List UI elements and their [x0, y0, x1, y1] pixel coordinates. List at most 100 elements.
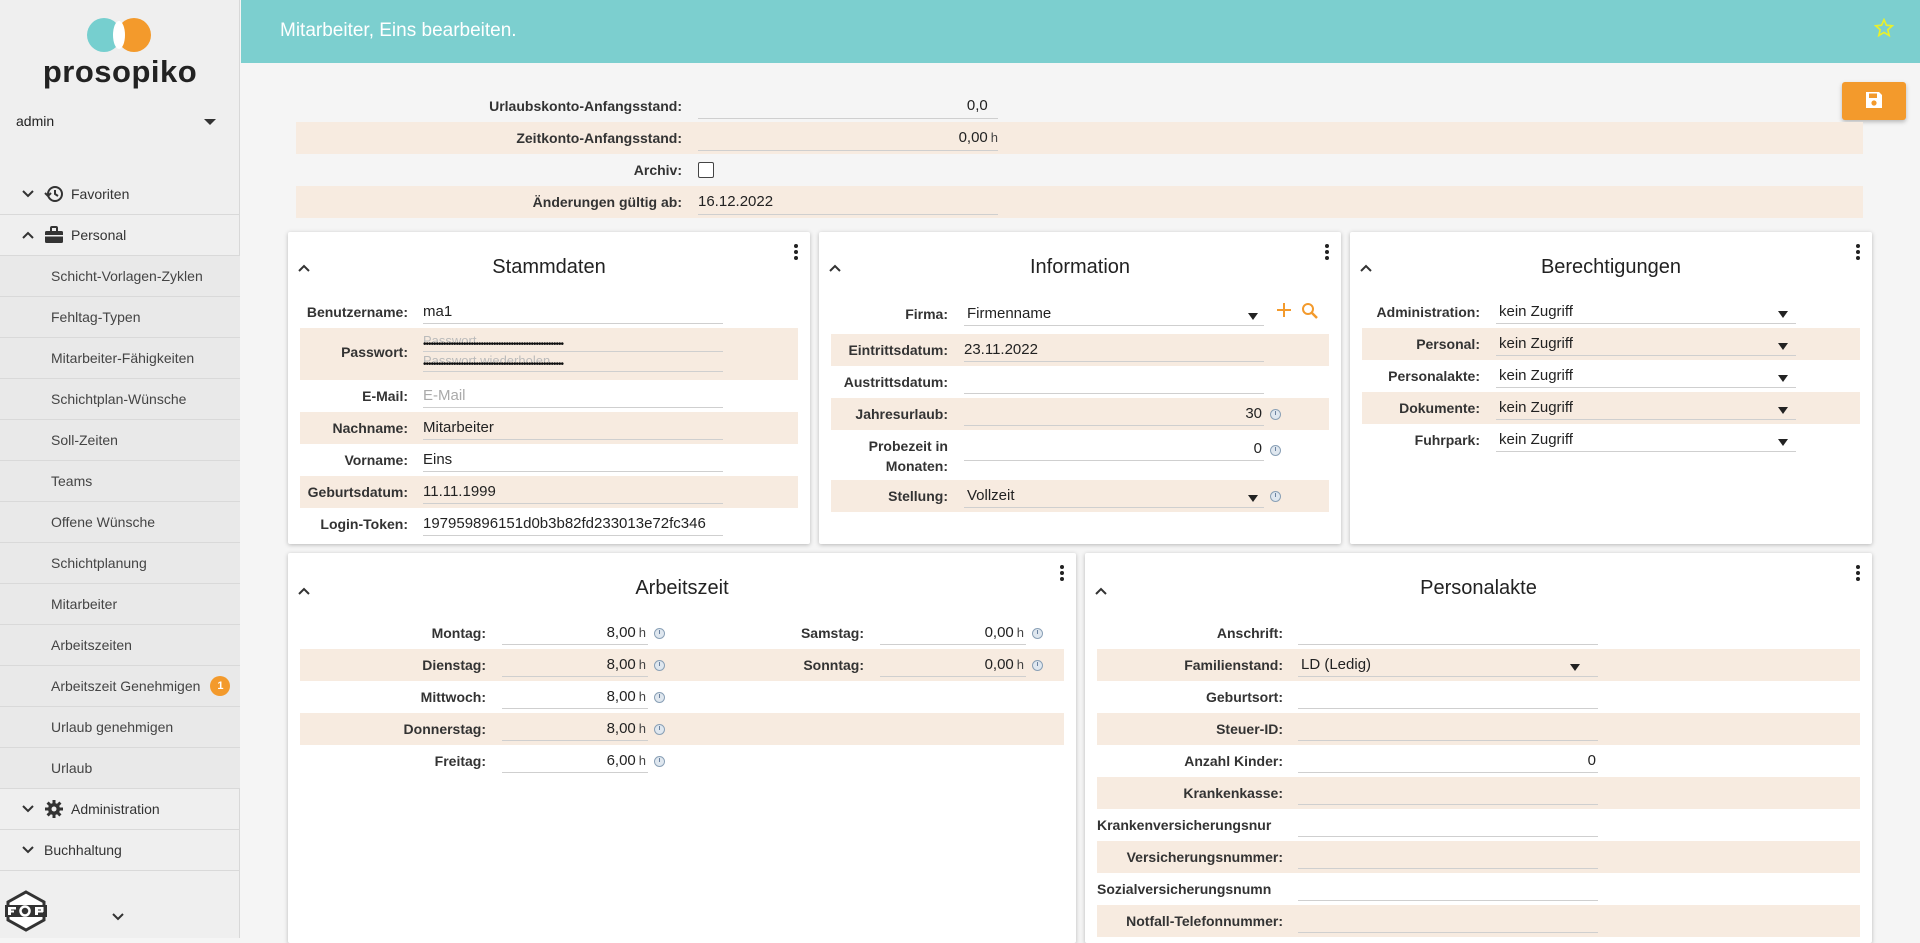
more-vertical-icon[interactable] [1854, 242, 1862, 264]
zeitkonto-value: 0,00 [958, 129, 988, 146]
day-hours-input[interactable]: 0,00 h [880, 654, 1026, 677]
sidebar-item-arbeitszeiten[interactable]: Arbeitszeiten [0, 625, 240, 666]
berechtigung-select-administration[interactable]: kein Zugriff [1496, 301, 1796, 324]
sozialversicherungsnummer-input[interactable] [1298, 878, 1598, 901]
zeitkonto-row: Zeitkonto-Anfangsstand: 0,00 h [296, 122, 1863, 154]
clock-icon[interactable] [654, 660, 665, 671]
user-menu[interactable]: admin [16, 113, 216, 133]
day-hours-input[interactable]: 0,00 h [880, 622, 1026, 645]
search-icon[interactable] [1301, 302, 1319, 323]
day-hours-input[interactable]: 8,00 h [502, 718, 648, 741]
sidebar-item-offene-wuensche[interactable]: Offene Wünsche [0, 502, 240, 543]
personalakte-row-notfall-telefonnummer: Notfall-Telefonnummer: [1097, 905, 1860, 937]
clock-icon[interactable] [654, 628, 665, 639]
vorname-input[interactable]: Eins [423, 449, 723, 472]
sidebar-item-fehltag-typen[interactable]: Fehltag-Typen [0, 297, 240, 338]
personalakte-label: Sozialversicherungsnumn [1097, 881, 1272, 897]
clock-icon[interactable] [654, 724, 665, 735]
day-hours-value: 6,00 [606, 752, 636, 769]
familienstand-select[interactable]: LD (Ledig) [1298, 654, 1598, 677]
sidebar-item-urlaub-genehmigen[interactable]: Urlaub genehmigen [0, 707, 240, 748]
austrittsdatum-input[interactable] [964, 371, 1264, 394]
clock-icon[interactable] [654, 692, 665, 703]
day-hours-input[interactable]: 8,00 h [502, 654, 648, 677]
eintrittsdatum-input[interactable]: 23.11.2022 [964, 339, 1264, 362]
versicherungsnummer-input[interactable] [1298, 846, 1598, 869]
sidebar-item-favoriten[interactable]: Favoriten [0, 174, 240, 215]
sidebar-item-schichtplan-wuensche[interactable]: Schichtplan-Wünsche [0, 379, 240, 420]
sidebar-item-label: Teams [51, 473, 93, 489]
more-vertical-icon[interactable] [1323, 242, 1331, 264]
berechtigung-value: kein Zugriff [1499, 335, 1573, 352]
krankenkasse-input[interactable] [1298, 782, 1598, 805]
firma-row: Firma: Firmenname [831, 298, 1329, 330]
sidebar-item-urlaub[interactable]: Urlaub [0, 748, 240, 789]
page-header: Mitarbeiter, Eins bearbeiten. [241, 0, 1920, 63]
clock-icon[interactable] [654, 756, 665, 767]
berechtigung-select-personalakte[interactable]: kein Zugriff [1496, 365, 1796, 388]
gueltig-date-field[interactable]: 16.12.2022 [698, 192, 998, 215]
day-hours-input[interactable]: 8,00 h [502, 622, 648, 645]
day-hours-input[interactable]: 6,00 h [502, 750, 648, 773]
zeitkonto-field[interactable]: 0,00 h [698, 128, 998, 151]
sidebar-item-personal[interactable]: Personal [0, 215, 240, 256]
sidebar-item-label: Schichtplan-Wünsche [51, 391, 187, 407]
steuer-id-input[interactable] [1298, 718, 1598, 741]
sidebar-item-soll-zeiten[interactable]: Soll-Zeiten [0, 420, 240, 461]
sidebar-item-mitarbeiter[interactable]: Mitarbeiter [0, 584, 240, 625]
hours-unit: h [638, 753, 646, 768]
favorite-star-icon[interactable] [1873, 17, 1895, 44]
clock-icon[interactable] [1032, 628, 1043, 639]
sidebar-item-schichtplanung[interactable]: Schichtplanung [0, 543, 240, 584]
sidebar-item-schicht-vorlagen-zyklen[interactable]: Schicht-Vorlagen-Zyklen [0, 256, 240, 297]
krankenversicherungsnummer-input[interactable] [1298, 814, 1598, 837]
berechtigung-label: Fuhrpark: [1414, 432, 1480, 448]
urlaubskonto-value: 0,0 [966, 97, 988, 114]
chevron-down-icon[interactable] [112, 908, 124, 924]
app-logo[interactable]: prosopiko [0, 18, 240, 90]
sidebar-item-arbeitszeit-genehmigen[interactable]: Arbeitszeit Genehmigen 1 [0, 666, 240, 707]
sidebar-item-teams[interactable]: Teams [0, 461, 240, 502]
benutzername-input[interactable]: ma1 [423, 301, 723, 324]
archiv-checkbox[interactable] [698, 162, 714, 178]
clock-icon[interactable] [1270, 445, 1281, 456]
anschrift-input[interactable] [1298, 622, 1598, 645]
sidebar-item-label: Administration [71, 801, 160, 817]
probezeit-input[interactable]: 0 [964, 438, 1264, 461]
notfall-telefonnummer-input[interactable] [1298, 910, 1598, 933]
more-vertical-icon[interactable] [1058, 563, 1066, 585]
caret-down-icon [1248, 313, 1258, 320]
email-input[interactable]: E-Mail [423, 385, 723, 408]
berechtigung-select-fuhrpark[interactable]: kein Zugriff [1496, 429, 1796, 452]
personalakte-label: Anschrift: [1216, 625, 1283, 641]
clock-icon[interactable] [1270, 409, 1281, 420]
geburtsort-input[interactable] [1298, 686, 1598, 709]
nachname-input[interactable]: Mitarbeiter [423, 417, 723, 440]
sidebar-nav: Favoriten Personal Schicht-Vorlagen-Zykl… [0, 174, 240, 871]
jahresurlaub-input[interactable]: 30 [964, 403, 1264, 426]
firma-value: Firmenname [967, 305, 1052, 322]
stellung-select[interactable]: Vollzeit [964, 485, 1264, 508]
urlaubskonto-field[interactable]: 0,0h [698, 96, 998, 119]
firma-select[interactable]: Firmenname [964, 303, 1264, 326]
passwort-input[interactable]: Passwort •••••••••••••••••••••••••••••••… [423, 332, 723, 352]
geburtsdatum-input[interactable]: 11.11.1999 [423, 481, 723, 504]
sidebar-item-buchhaltung[interactable]: Buchhaltung [0, 830, 240, 871]
clock-icon[interactable] [1032, 660, 1043, 671]
add-icon[interactable] [1276, 302, 1292, 321]
day-hours-value: 8,00 [606, 656, 636, 673]
more-vertical-icon[interactable] [792, 242, 800, 264]
berechtigung-select-personal[interactable]: kein Zugriff [1496, 333, 1796, 356]
caret-down-icon [1778, 407, 1788, 414]
passwort-repeat-input[interactable]: Passwort wiederholen •••••••••••••••••••… [423, 352, 723, 372]
personalakte-row-krankenversicherungsnummer: Krankenversicherungsnur [1097, 809, 1860, 841]
sidebar-item-mitarbeiter-faehigkeiten[interactable]: Mitarbeiter-Fähigkeiten [0, 338, 240, 379]
anzahl-kinder-input[interactable]: 0 [1298, 750, 1598, 773]
berechtigung-select-dokumente[interactable]: kein Zugriff [1496, 397, 1796, 420]
more-vertical-icon[interactable] [1854, 563, 1862, 585]
arbeitszeit-row-freitag: Freitag: 6,00 h [300, 745, 1064, 777]
login-token-input[interactable]: 197959896151d0b3b82fd233013e72fc346 [423, 513, 723, 536]
clock-icon[interactable] [1270, 491, 1281, 502]
sidebar-item-administration[interactable]: Administration [0, 789, 240, 830]
day-hours-input[interactable]: 8,00 h [502, 686, 648, 709]
